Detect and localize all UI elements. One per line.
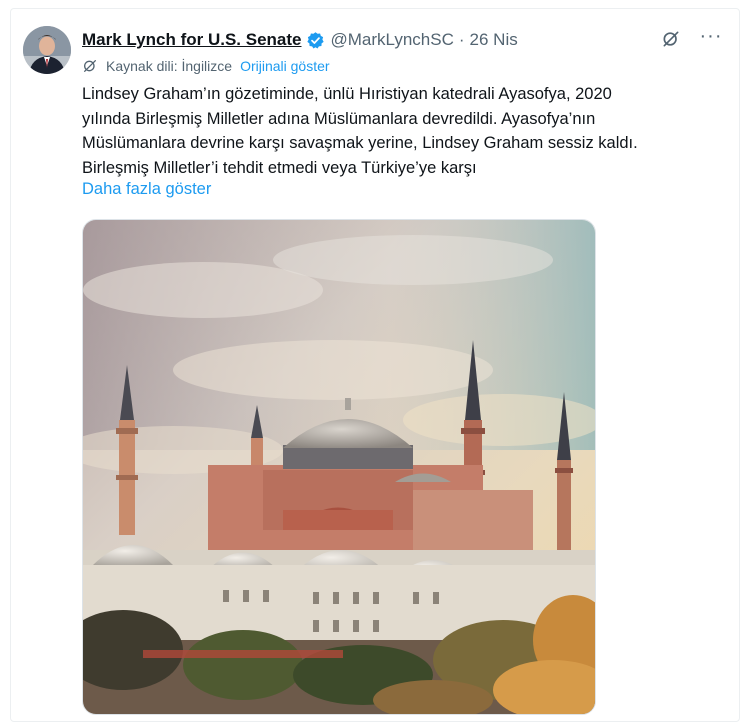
tweet-text-line: Lindsey Graham’ın gözetiminde, ünlü Hıri… [82,85,612,103]
translation-source: Kaynak dili: İngilizce [106,58,233,74]
translate-icon [82,58,98,74]
tweet-header: Mark Lynch for U.S. Senate @MarkLynchSC … [82,28,642,52]
avatar[interactable] [23,26,71,74]
tweet-text-line: Birleşmiş Milletler’i tehdit etmedi veya… [82,158,477,177]
tweet-text-line: Müslümanlara devrine karşı savaşmak yeri… [82,134,638,152]
author-handle[interactable]: @MarkLynchSC [330,30,453,50]
more-icon[interactable]: ··· [700,25,722,47]
tweet-actions-top: ··· [660,25,722,50]
show-more-link[interactable]: Daha fazla göster [82,180,211,199]
translation-notice: Kaynak dili: İngilizce Orijinali göster [82,58,330,74]
verified-badge-icon [306,31,325,50]
tweet-text-line: yılında Birleşmiş Milletler adına Müslüm… [82,109,596,128]
tweet-date[interactable]: 26 Nis [470,30,518,50]
grok-icon[interactable] [660,28,682,50]
tweet-text: Lindsey Graham’ın gözetiminde, ünlü Hıri… [82,82,722,180]
separator-dot: · [458,30,465,49]
show-original-link[interactable]: Orijinali göster [240,58,329,74]
tweet-image-hagia-sophia[interactable] [82,219,596,715]
author-name[interactable]: Mark Lynch for U.S. Senate [82,30,301,50]
